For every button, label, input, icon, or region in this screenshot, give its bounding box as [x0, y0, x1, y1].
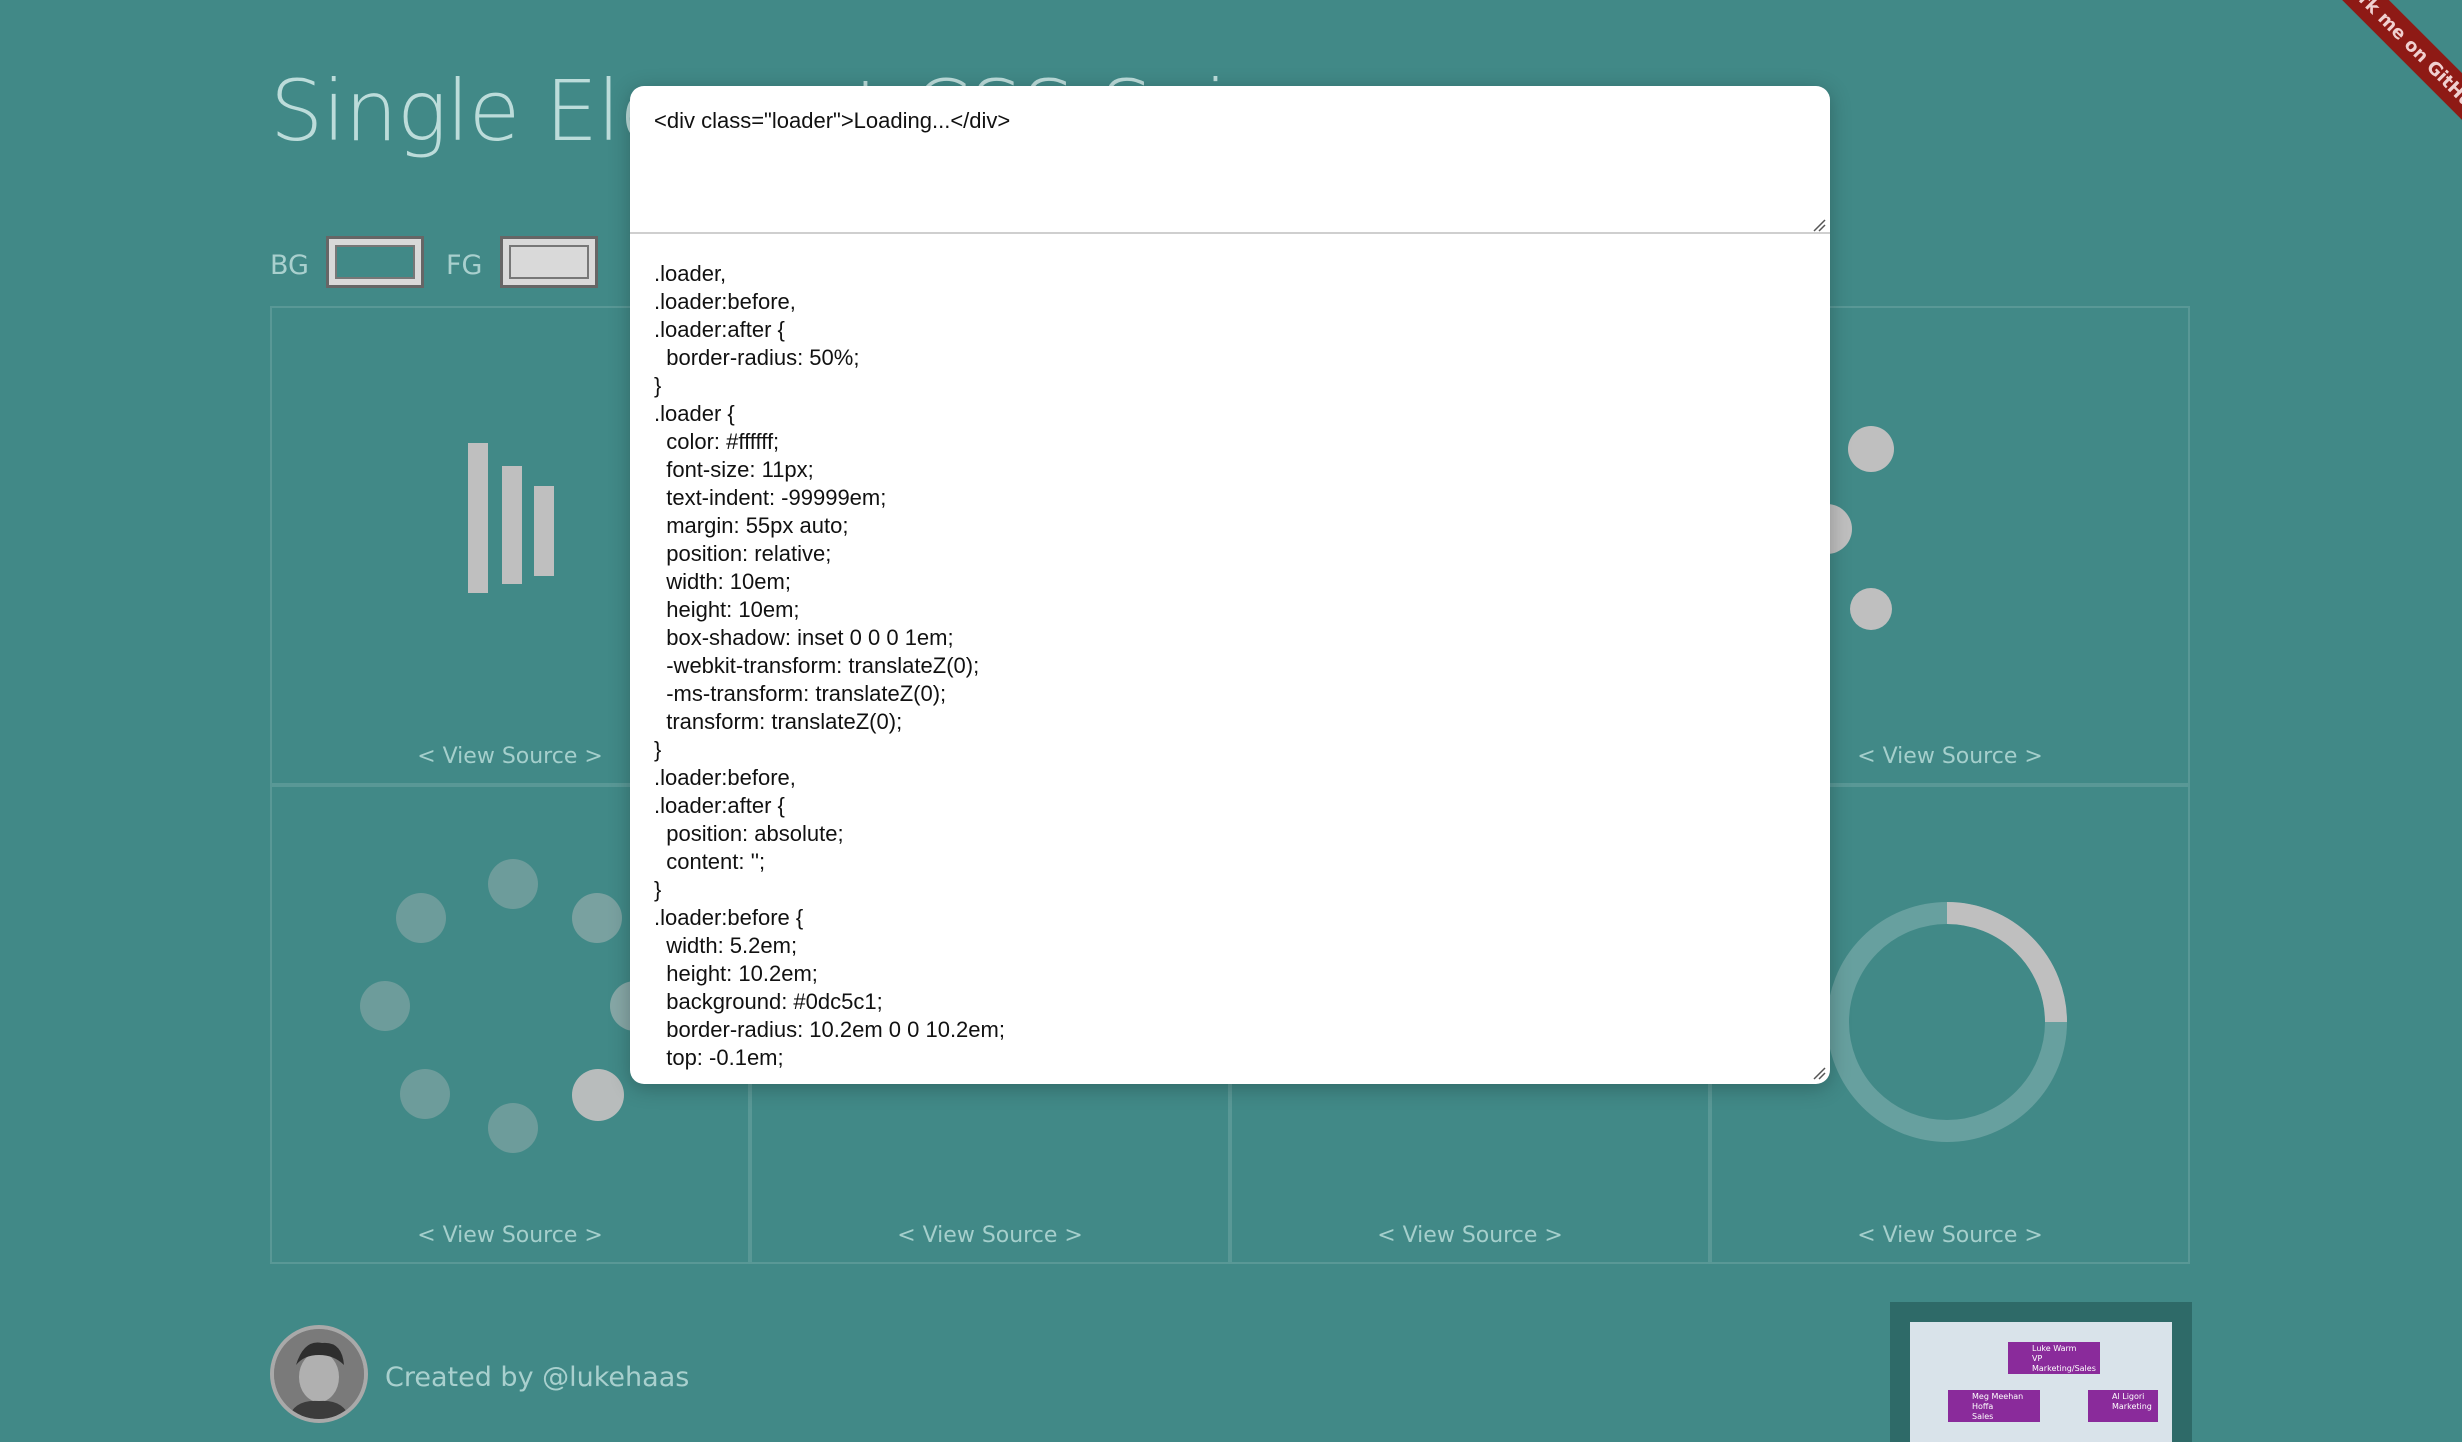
- fg-color-picker[interactable]: [500, 236, 598, 288]
- source-modal: <div class="loader">Loading...</div> .lo…: [630, 86, 1830, 1084]
- promo-banner[interactable]: Luke Warm VP Marketing/Sales Meg Meehan …: [1890, 1302, 2192, 1442]
- org-box-title: VP Marketing/Sales: [2032, 1354, 2096, 1373]
- org-box-name: Al Ligori: [2112, 1392, 2145, 1401]
- html-code-textarea[interactable]: <div class="loader">Loading...</div>: [630, 86, 1830, 234]
- resize-handle-icon[interactable]: [1812, 218, 1826, 232]
- github-ribbon[interactable]: Fork me on GitHub: [2332, 0, 2462, 130]
- avatar[interactable]: [270, 1325, 368, 1423]
- org-box-name: Luke Warm: [2032, 1344, 2077, 1353]
- ribbon-wrap[interactable]: Fork me on GitHub: [2332, 0, 2462, 130]
- spinner-dot: [400, 1069, 450, 1119]
- view-source-link[interactable]: < View Source >: [1712, 1223, 2188, 1248]
- fg-label: FG: [446, 250, 483, 281]
- org-chart-box: Al Ligori Marketing: [2088, 1390, 2158, 1422]
- spinner-bar: [502, 466, 522, 584]
- spinner-dot: [572, 893, 622, 943]
- org-chart-box: Luke Warm VP Marketing/Sales: [2008, 1342, 2100, 1374]
- org-box-name: Meg Meehan Hoffa: [1972, 1392, 2024, 1411]
- org-box-title: Marketing: [2112, 1402, 2152, 1411]
- bg-color-swatch: [335, 245, 415, 279]
- resize-handle-icon[interactable]: [1812, 1066, 1826, 1080]
- ring-spinner: [1827, 902, 2067, 1142]
- bg-label: BG: [270, 250, 309, 281]
- footer-credit[interactable]: Created by @lukehaas: [385, 1362, 689, 1393]
- spinner-dot: [360, 981, 410, 1031]
- avatar-image: [274, 1329, 364, 1419]
- spinner-dot: [572, 1069, 624, 1121]
- view-source-link[interactable]: < View Source >: [1232, 1223, 1708, 1248]
- spinner-dot: [488, 1103, 538, 1153]
- css-code-textarea[interactable]: .loader, .loader:before, .loader:after {…: [630, 236, 1830, 1084]
- fg-color-swatch: [509, 245, 589, 279]
- spinner-dot: [1848, 426, 1894, 472]
- view-source-link[interactable]: < View Source >: [752, 1223, 1228, 1248]
- spinner-bar: [534, 486, 554, 576]
- spinner-dot: [1850, 588, 1892, 630]
- spinner-dot: [396, 893, 446, 943]
- promo-image: Luke Warm VP Marketing/Sales Meg Meehan …: [1910, 1322, 2172, 1442]
- bg-color-picker[interactable]: [326, 236, 424, 288]
- view-source-link[interactable]: < View Source >: [272, 1223, 748, 1248]
- org-chart-box: Meg Meehan Hoffa Sales: [1948, 1390, 2040, 1422]
- spinner-bar: [468, 443, 488, 593]
- org-box-title: Sales: [1972, 1412, 1994, 1421]
- spinner-dot: [488, 859, 538, 909]
